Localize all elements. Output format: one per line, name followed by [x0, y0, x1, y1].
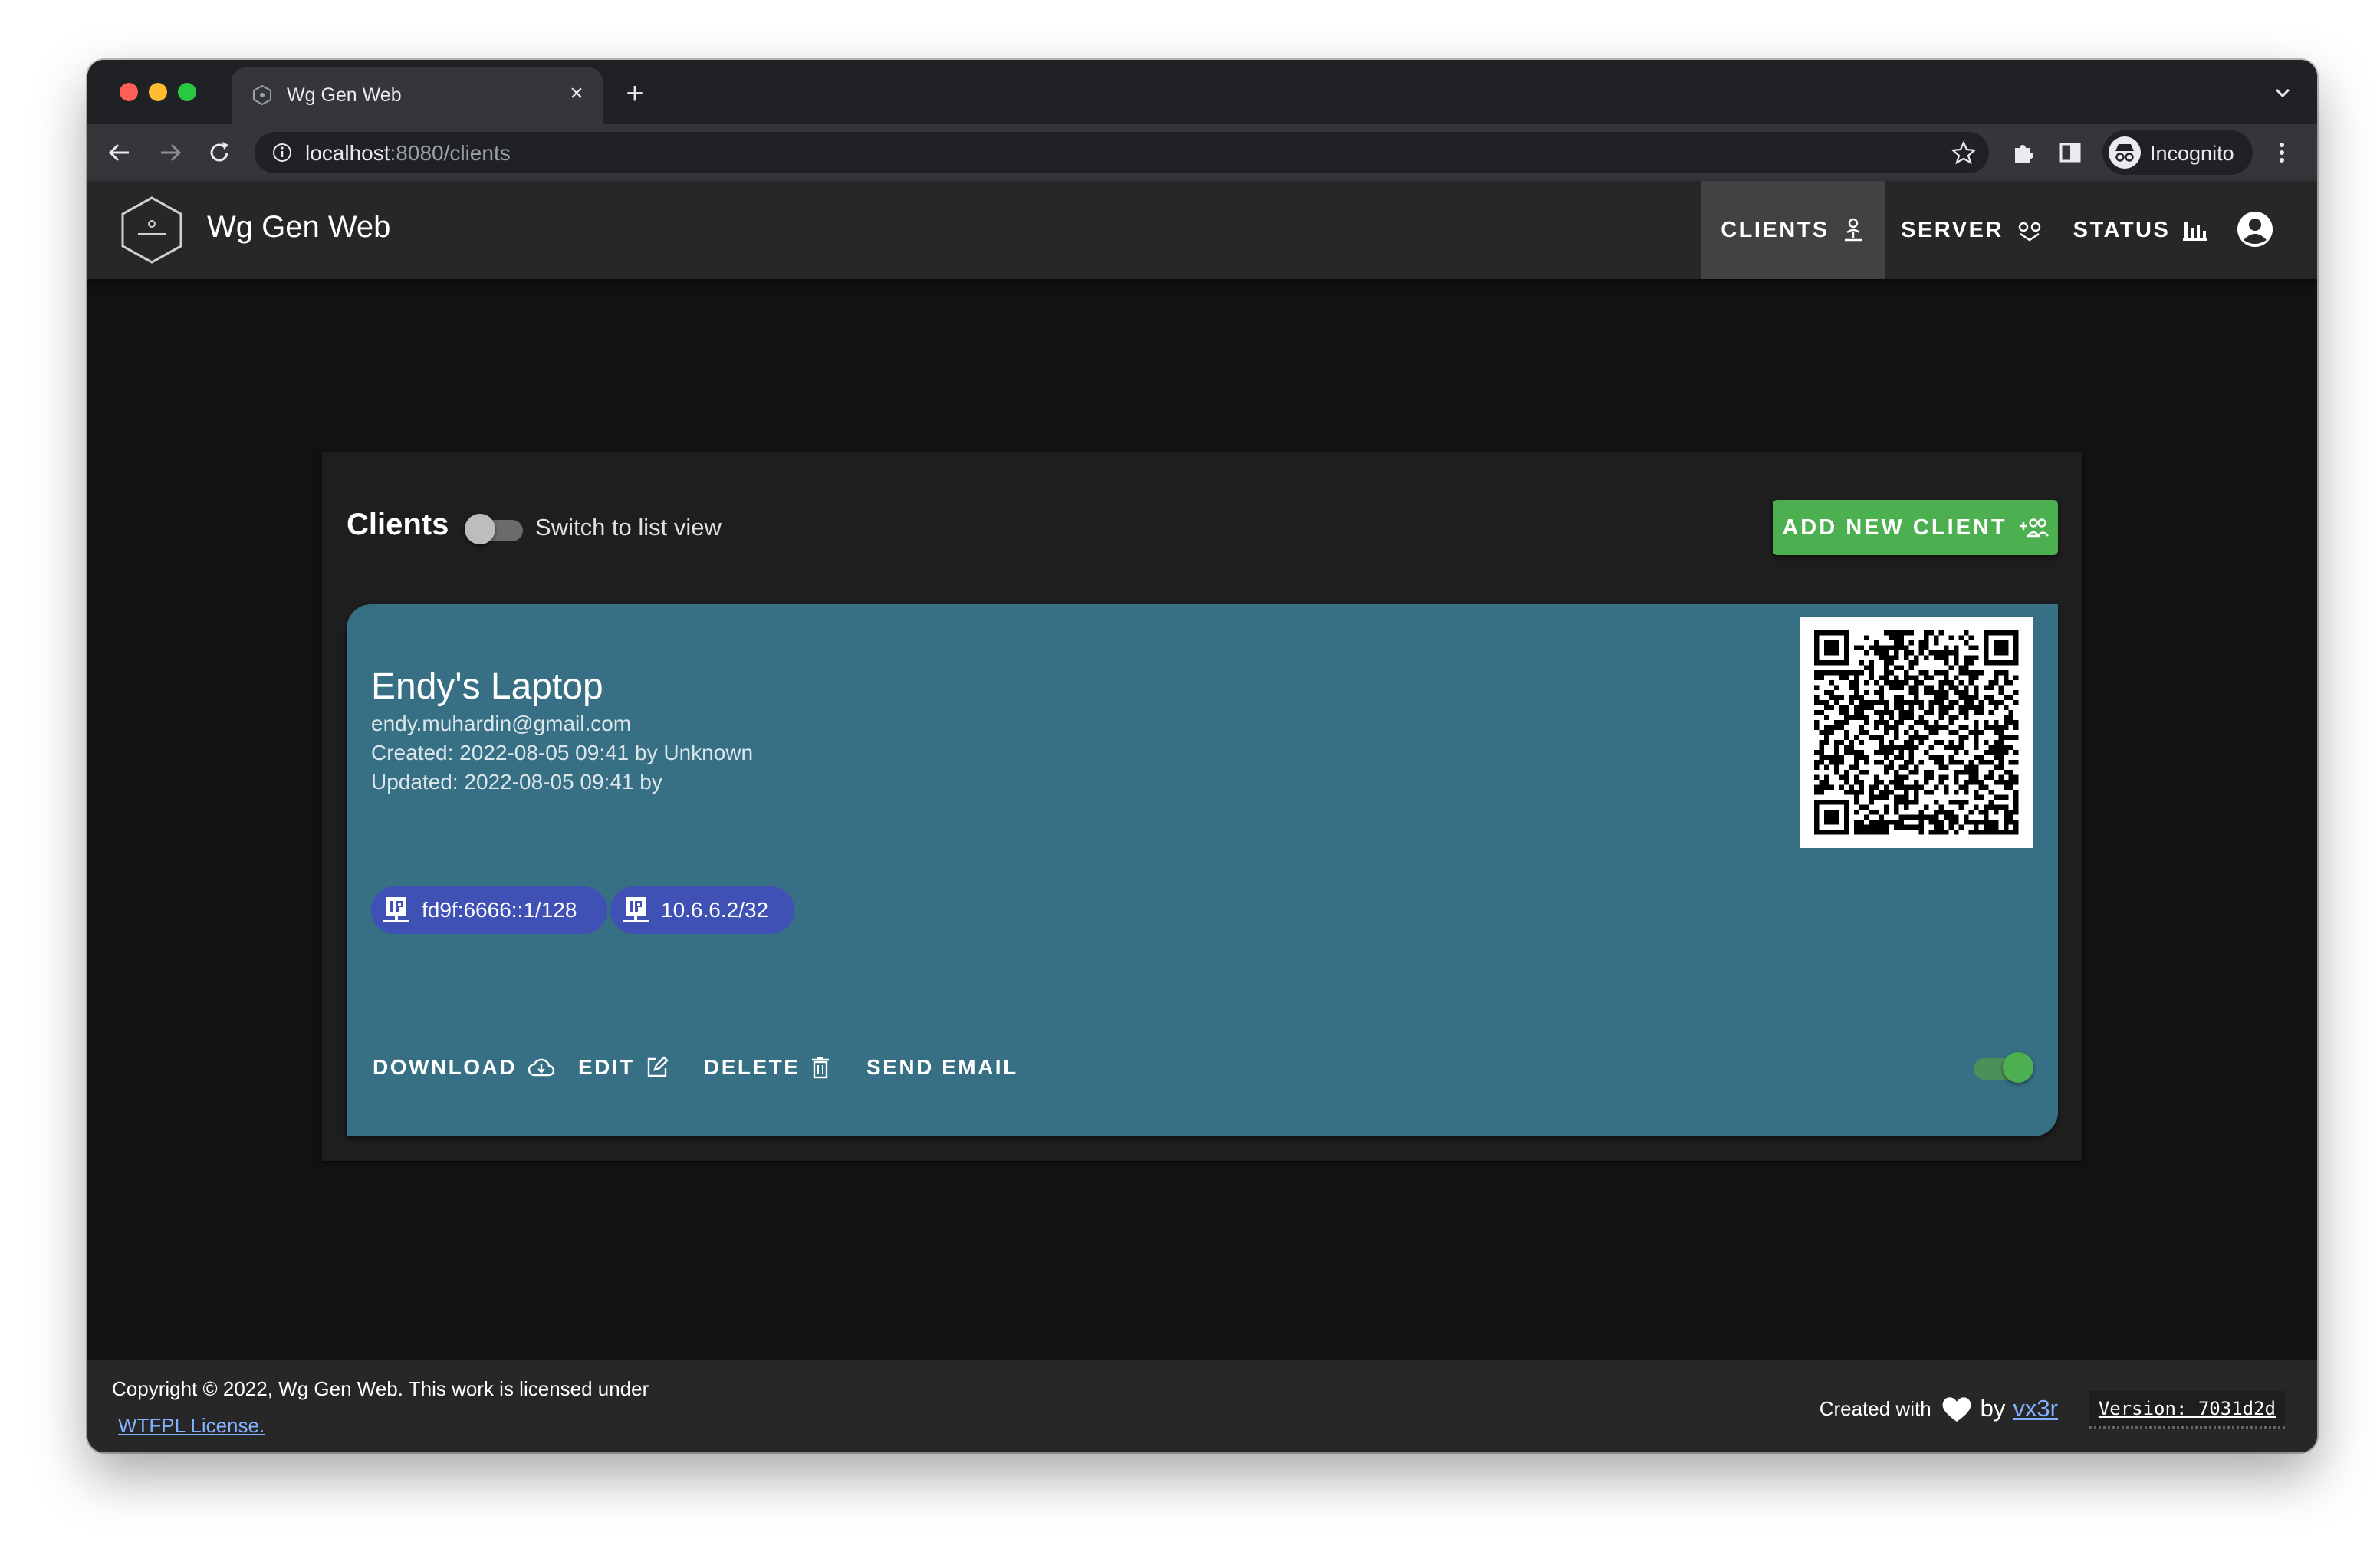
license-link[interactable]: WTFPL License.	[118, 1414, 265, 1438]
cloud-download-icon	[528, 1058, 555, 1077]
heart-icon	[1942, 1397, 1971, 1422]
delete-label: DELETE	[704, 1055, 800, 1079]
nav-status[interactable]: STATUS	[2059, 181, 2221, 279]
address-chip-label: fd9f:6666::1/128	[422, 898, 577, 922]
client-created: Created: 2022-08-05 09:41 by Unknown	[371, 741, 754, 764]
browser-toolbar: localhost:8080/clients Incognito	[87, 124, 2317, 181]
app-title[interactable]: Wg Gen Web	[207, 210, 390, 245]
tab-strip: Wg Gen Web × +	[87, 60, 2317, 124]
forward-arrow-icon[interactable]	[153, 136, 187, 169]
page-title: Clients	[347, 508, 449, 541]
url-host: localhost	[305, 141, 390, 165]
trash-icon	[812, 1057, 830, 1079]
send-email-label: SEND EMAIL	[866, 1055, 1018, 1079]
created-with: Created with by vx3r	[1820, 1394, 2058, 1423]
client-enabled-switch[interactable]	[1974, 1051, 2033, 1086]
client-updated: Updated: 2022-08-05 09:41 by	[371, 770, 662, 794]
url-path: :8080/clients	[390, 141, 511, 165]
client-name: Endy's Laptop	[371, 666, 603, 707]
download-button[interactable]: DOWNLOAD	[373, 1051, 555, 1084]
tab-close-icon[interactable]: ×	[561, 78, 592, 109]
nav-server[interactable]: SERVER	[1885, 181, 2059, 279]
account-multiple-plus-icon	[2019, 518, 2049, 538]
switch-thumb	[465, 514, 495, 544]
minimize-window-button[interactable]	[149, 83, 167, 101]
download-label: DOWNLOAD	[373, 1055, 517, 1079]
list-view-switch-label[interactable]: Switch to list view	[535, 514, 722, 541]
incognito-icon	[2109, 136, 2141, 169]
switch-thumb	[2003, 1052, 2033, 1083]
address-bar[interactable]: localhost:8080/clients	[255, 132, 1989, 173]
nav-clients-label: CLIENTS	[1721, 217, 1829, 242]
new-tab-icon[interactable]: +	[620, 78, 650, 109]
client-email: endy.muhardin@gmail.com	[371, 712, 632, 735]
edit-label: EDIT	[578, 1055, 635, 1079]
author-link[interactable]: vx3r	[2013, 1395, 2058, 1422]
by-label: by	[1980, 1395, 2006, 1422]
qr-code	[1800, 617, 2033, 848]
browser-window: Wg Gen Web × + localhost:8080/clients In…	[87, 60, 2317, 1452]
hexagon-favicon-icon	[253, 84, 271, 106]
close-window-button[interactable]	[120, 83, 138, 101]
copyright-text: Copyright © 2022, Wg Gen Web. This work …	[112, 1377, 649, 1400]
edit-icon	[647, 1056, 669, 1077]
nav-clients[interactable]: CLIENTS	[1701, 181, 1885, 279]
nav-status-label: STATUS	[2073, 217, 2171, 242]
browser-tab[interactable]: Wg Gen Web ×	[232, 67, 603, 124]
app-bar: Wg Gen Web CLIENTS SERVER STATUS	[87, 181, 2317, 279]
address-chip[interactable]: fd9f:6666::1/128	[371, 886, 607, 934]
back-arrow-icon[interactable]	[103, 136, 136, 169]
created-with-label: Created with	[1819, 1396, 1931, 1420]
info-icon[interactable]	[271, 142, 293, 163]
chevron-down-icon[interactable]	[2270, 80, 2296, 106]
clients-panel: Clients Switch to list view ADD NEW CLIE…	[322, 452, 2082, 1161]
add-new-client-label: ADD NEW CLIENT	[1782, 515, 2007, 540]
client-card: Endy's Laptop endy.muhardin@gmail.com Cr…	[347, 604, 2058, 1136]
footer: Copyright © 2022, Wg Gen Web. This work …	[87, 1360, 2317, 1452]
address-chip-label: 10.6.6.2/32	[661, 898, 769, 922]
address-chip[interactable]: 10.6.6.2/32	[610, 886, 794, 934]
ip-network-icon	[623, 897, 649, 922]
incognito-label: Incognito	[2150, 142, 2234, 165]
add-new-client-button[interactable]: ADD NEW CLIENT	[1773, 500, 2058, 555]
puzzle-icon[interactable]	[2006, 136, 2040, 169]
reload-icon[interactable]	[202, 136, 236, 169]
list-view-switch[interactable]	[465, 512, 523, 547]
wg-gen-web-logo-icon[interactable]	[115, 193, 189, 267]
account-network-icon	[1844, 218, 1862, 242]
side-panel-icon[interactable]	[2053, 136, 2087, 169]
bar-chart-icon	[2183, 222, 2207, 241]
edit-button[interactable]: EDIT	[578, 1051, 669, 1084]
account-circle-icon[interactable]	[2234, 209, 2276, 250]
ip-network-icon	[383, 897, 409, 922]
maximize-window-button[interactable]	[178, 83, 196, 101]
send-email-button[interactable]: SEND EMAIL	[866, 1051, 1018, 1084]
nav-server-label: SERVER	[1901, 217, 2004, 242]
version-badge[interactable]: Version: 7031d2d	[2089, 1391, 2285, 1429]
star-icon[interactable]	[1951, 140, 1977, 166]
tab-title: Wg Gen Web	[287, 84, 402, 106]
url-text[interactable]: localhost:8080/clients	[305, 141, 511, 166]
incognito-profile-button[interactable]: Incognito	[2102, 130, 2253, 175]
more-vertical-icon[interactable]	[2265, 136, 2299, 169]
vpn-icon	[2018, 222, 2041, 242]
delete-button[interactable]: DELETE	[704, 1051, 830, 1084]
